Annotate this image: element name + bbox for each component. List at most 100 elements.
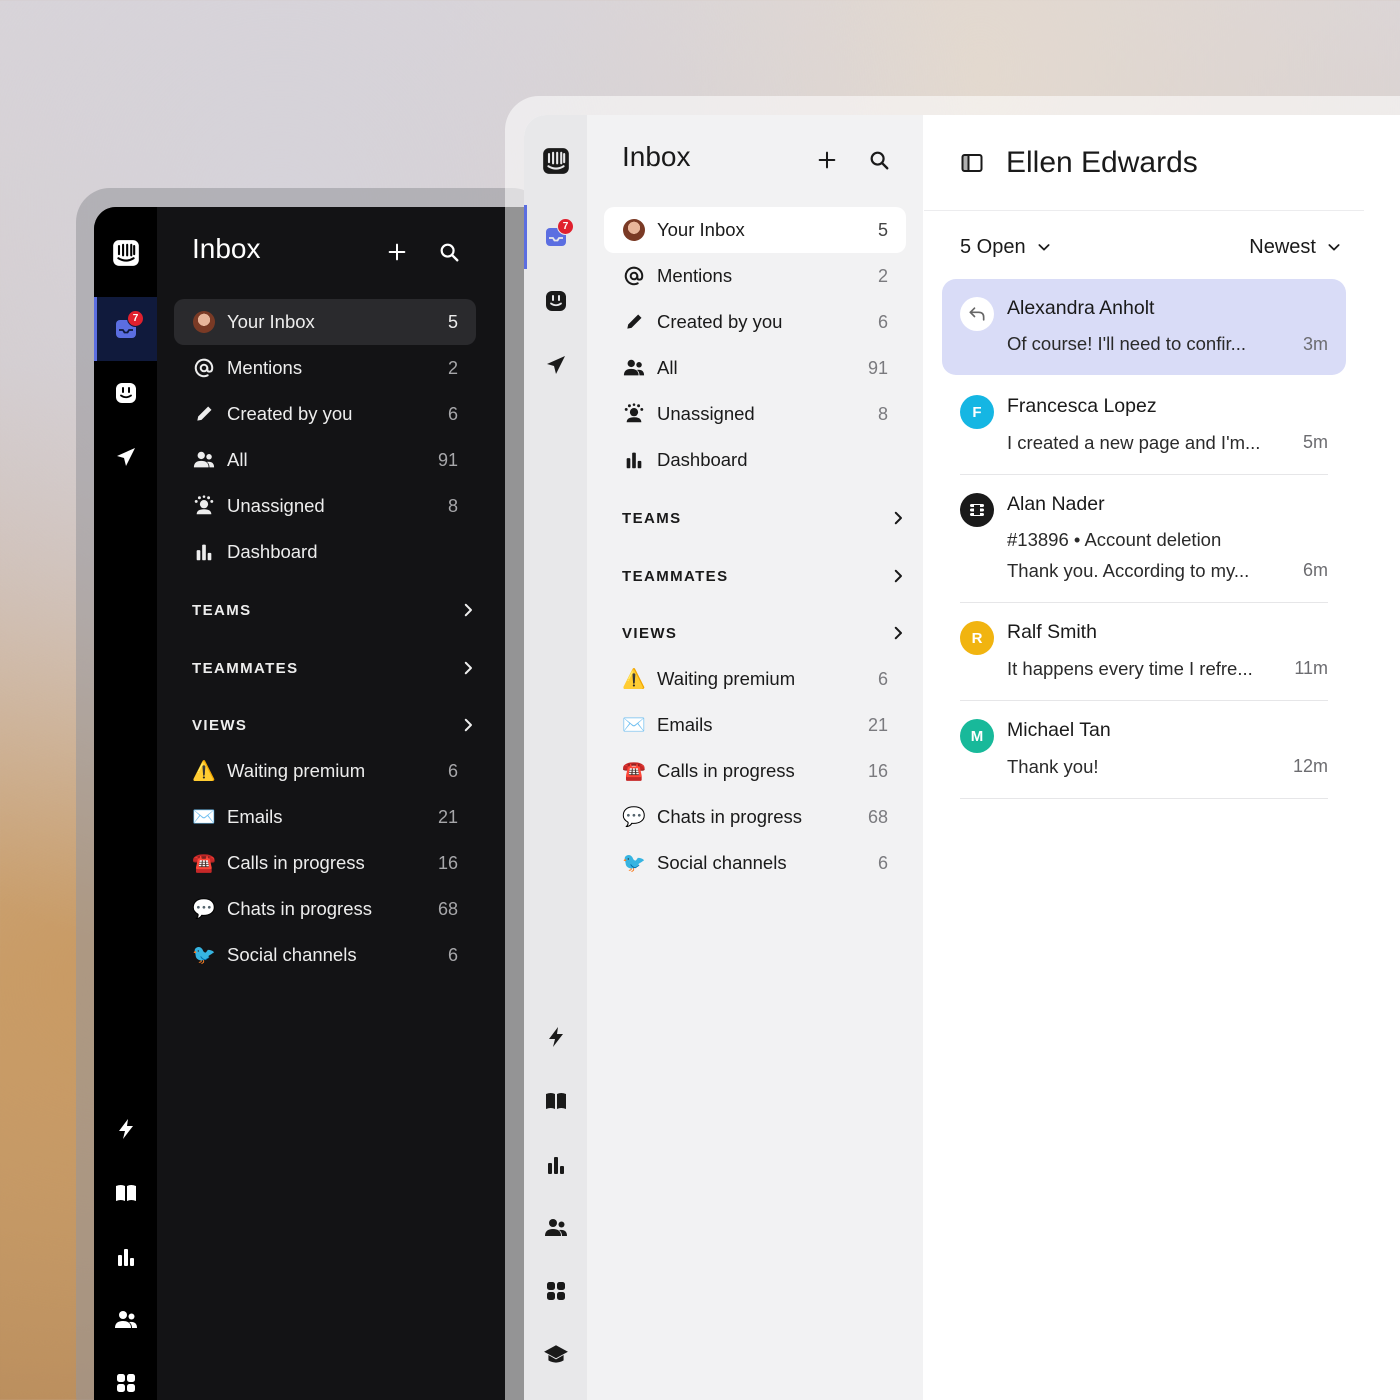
section-teammates[interactable]: TEAMMATES bbox=[622, 561, 907, 591]
chevron-right-icon bbox=[459, 601, 477, 619]
apps-icon[interactable] bbox=[524, 1271, 587, 1311]
section-teams[interactable]: TEAMS bbox=[192, 595, 477, 625]
logo-icon[interactable] bbox=[94, 233, 157, 273]
dark-window: 7 Inbox Your Inbox 5 Mentions 2 Created … bbox=[94, 207, 524, 1400]
telephone-icon: ☎️ bbox=[192, 853, 216, 874]
bot-icon[interactable] bbox=[94, 373, 157, 413]
avatar: F bbox=[960, 395, 994, 429]
new-conversation-button[interactable] bbox=[383, 238, 411, 266]
inbox-icon[interactable]: 7 bbox=[94, 309, 157, 349]
nav-item-unassigned[interactable]: Unassigned 8 bbox=[604, 391, 906, 437]
section-teams[interactable]: TEAMS bbox=[622, 503, 907, 533]
brand-logo-icon bbox=[960, 493, 994, 527]
reports-icon[interactable] bbox=[524, 1145, 587, 1185]
avatar: M bbox=[960, 719, 994, 753]
chevron-down-icon bbox=[1036, 239, 1052, 255]
divider bbox=[960, 700, 1328, 701]
bird-icon: 🐦 bbox=[192, 945, 216, 966]
unassigned-icon bbox=[622, 402, 646, 426]
section-views[interactable]: VIEWS bbox=[622, 618, 907, 648]
at-icon bbox=[622, 264, 646, 288]
chevron-right-icon bbox=[459, 716, 477, 734]
conversation-list-panel: Ellen Edwards 5 Open Newest Alexandra An… bbox=[924, 115, 1400, 1400]
contacts-icon[interactable] bbox=[94, 1300, 157, 1340]
book-icon[interactable] bbox=[524, 1081, 587, 1121]
conversation-item-alan-nader[interactable]: Alan Nader #13896 • Account deletion Tha… bbox=[942, 477, 1346, 601]
page-title: Inbox bbox=[192, 233, 261, 264]
view-chats-in-progress[interactable]: 💬 Chats in progress 68 bbox=[174, 886, 476, 932]
nav-rail: 7 bbox=[524, 115, 587, 1400]
nav-item-created-by-you[interactable]: Created by you 6 bbox=[174, 391, 476, 437]
send-icon[interactable] bbox=[94, 437, 157, 477]
reports-icon[interactable] bbox=[94, 1237, 157, 1277]
conversation-item-michael-tan[interactable]: M Michael Tan Thank you! 12m bbox=[942, 703, 1346, 799]
view-social-channels[interactable]: 🐦 Social channels 6 bbox=[604, 840, 906, 886]
academy-icon[interactable] bbox=[524, 1335, 587, 1375]
bolt-icon[interactable] bbox=[524, 1017, 587, 1057]
inbox-panel: Inbox Your Inbox 5 Mentions 2 Created by… bbox=[157, 207, 524, 1400]
conversation-item-alexandra-anholt[interactable]: Alexandra Anholt Of course! I'll need to… bbox=[942, 279, 1346, 375]
view-emails[interactable]: ✉️ Emails 21 bbox=[174, 794, 476, 840]
nav-item-your-inbox[interactable]: Your Inbox 5 bbox=[604, 207, 906, 253]
avatar-icon bbox=[192, 310, 216, 334]
send-icon[interactable] bbox=[524, 345, 587, 385]
unread-badge: 7 bbox=[127, 310, 144, 327]
new-conversation-button[interactable] bbox=[813, 146, 841, 174]
view-emails[interactable]: ✉️ Emails 21 bbox=[604, 702, 906, 748]
inbox-panel: Inbox Your Inbox 5 Mentions 2 Created by… bbox=[587, 115, 923, 1400]
envelope-icon: ✉️ bbox=[192, 807, 216, 828]
reply-icon bbox=[960, 297, 994, 331]
people-icon bbox=[622, 356, 646, 380]
nav-item-all[interactable]: All 91 bbox=[604, 345, 906, 391]
unread-badge: 7 bbox=[557, 218, 574, 235]
conversation-item-ralf-smith[interactable]: R Ralf Smith It happens every time I ref… bbox=[942, 605, 1346, 701]
avatar-icon bbox=[622, 218, 646, 242]
section-views[interactable]: VIEWS bbox=[192, 710, 477, 740]
bot-icon[interactable] bbox=[524, 281, 587, 321]
view-chats-in-progress[interactable]: 💬 Chats in progress 68 bbox=[604, 794, 906, 840]
view-waiting-premium[interactable]: ⚠️ Waiting premium 6 bbox=[174, 748, 476, 794]
bolt-icon[interactable] bbox=[94, 1109, 157, 1149]
section-teammates[interactable]: TEAMMATES bbox=[192, 653, 477, 683]
chevron-right-icon bbox=[889, 624, 907, 642]
view-calls-in-progress[interactable]: ☎️ Calls in progress 16 bbox=[174, 840, 476, 886]
nav-item-your-inbox[interactable]: Your Inbox 5 bbox=[174, 299, 476, 345]
nav-item-all[interactable]: All 91 bbox=[174, 437, 476, 483]
conversation-item-francesca-lopez[interactable]: F Francesca Lopez I created a new page a… bbox=[942, 377, 1346, 473]
warning-icon: ⚠️ bbox=[192, 761, 216, 782]
assignee-name: Ellen Edwards bbox=[1006, 145, 1198, 179]
warning-icon: ⚠️ bbox=[622, 669, 646, 690]
view-calls-in-progress[interactable]: ☎️ Calls in progress 16 bbox=[604, 748, 906, 794]
speech-bubble-icon: 💬 bbox=[622, 807, 646, 828]
nav-item-mentions[interactable]: Mentions 2 bbox=[174, 345, 476, 391]
view-waiting-premium[interactable]: ⚠️ Waiting premium 6 bbox=[604, 656, 906, 702]
search-button[interactable] bbox=[435, 238, 463, 266]
filter-row: 5 Open Newest bbox=[960, 229, 1342, 265]
inbox-icon[interactable]: 7 bbox=[524, 217, 587, 257]
nav-item-dashboard[interactable]: Dashboard bbox=[174, 529, 476, 575]
bar-chart-icon bbox=[192, 540, 216, 564]
sidebar-toggle-icon[interactable] bbox=[960, 151, 984, 175]
nav-item-dashboard[interactable]: Dashboard bbox=[604, 437, 906, 483]
chevron-right-icon bbox=[459, 659, 477, 677]
sort-dropdown[interactable]: Newest bbox=[1249, 236, 1342, 259]
search-button[interactable] bbox=[865, 146, 893, 174]
divider bbox=[960, 798, 1328, 799]
divider bbox=[960, 602, 1328, 603]
people-icon bbox=[192, 448, 216, 472]
apps-icon[interactable] bbox=[94, 1363, 157, 1400]
nav-item-created-by-you[interactable]: Created by you 6 bbox=[604, 299, 906, 345]
nav-rail: 7 bbox=[94, 207, 157, 1400]
nav-item-mentions[interactable]: Mentions 2 bbox=[604, 253, 906, 299]
telephone-icon: ☎️ bbox=[622, 761, 646, 782]
pencil-icon bbox=[192, 402, 216, 426]
contacts-icon[interactable] bbox=[524, 1208, 587, 1248]
book-icon[interactable] bbox=[94, 1173, 157, 1213]
nav-item-unassigned[interactable]: Unassigned 8 bbox=[174, 483, 476, 529]
view-social-channels[interactable]: 🐦 Social channels 6 bbox=[174, 932, 476, 978]
logo-icon[interactable] bbox=[524, 141, 587, 181]
status-filter-dropdown[interactable]: 5 Open bbox=[960, 236, 1052, 259]
avatar: R bbox=[960, 621, 994, 655]
envelope-icon: ✉️ bbox=[622, 715, 646, 736]
divider bbox=[960, 474, 1328, 475]
